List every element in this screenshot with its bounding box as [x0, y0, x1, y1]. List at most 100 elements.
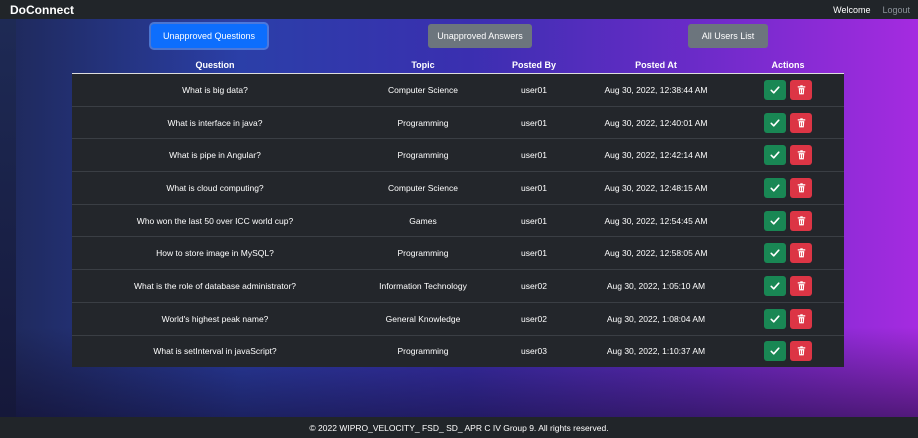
posted-at-cell: Aug 30, 2022, 1:08:04 AM	[606, 313, 706, 324]
approve-button[interactable]	[764, 145, 786, 166]
left-band	[0, 19, 16, 417]
actions-cell	[732, 336, 844, 368]
delete-button[interactable]	[790, 210, 812, 231]
delete-button[interactable]	[790, 275, 812, 296]
actions-cell	[732, 74, 844, 106]
posted-by-cell: user01	[521, 182, 547, 193]
delete-button[interactable]	[790, 341, 812, 362]
table-row: What is setInterval in javaScript? Progra…	[72, 334, 844, 368]
check-icon	[770, 118, 780, 128]
posted-at-cell: Aug 30, 2022, 1:05:10 AM	[606, 280, 706, 291]
footer-text: © 2022 WIPRO_VELOCITY_ FSD_ SD_ APR C IV…	[309, 422, 609, 433]
posted-by-cell: user01	[521, 150, 547, 161]
all-users-list-button[interactable]: All Users List	[688, 24, 768, 48]
topic-cell: Programming	[397, 150, 449, 161]
check-icon	[770, 346, 780, 356]
navbar-right: Welcome Logout	[833, 5, 910, 15]
topic-cell: Information Technology	[379, 280, 467, 291]
check-icon	[770, 248, 780, 258]
topic-cell: Programming	[397, 117, 449, 128]
actions-cell	[732, 139, 844, 171]
table-header: Question Topic Posted By Posted At Actio…	[72, 58, 844, 72]
approve-button[interactable]	[764, 79, 786, 100]
delete-button[interactable]	[790, 308, 812, 329]
table-row: What is interface in java? Programming use…	[72, 105, 844, 139]
question-cell: World's highest peak name?	[161, 313, 269, 324]
approve-button[interactable]	[764, 308, 786, 329]
navbar: DoConnect Welcome Logout	[0, 0, 918, 19]
actions-cell	[732, 172, 844, 204]
posted-by-cell: user02	[521, 313, 547, 324]
unapproved-questions-button[interactable]: Unapproved Questions	[151, 24, 267, 48]
posted-at-cell: Aug 30, 2022, 12:40:01 AM	[604, 117, 708, 128]
posted-at-cell: Aug 30, 2022, 12:54:45 AM	[604, 215, 708, 226]
approve-button[interactable]	[764, 275, 786, 296]
trash-icon	[797, 150, 806, 160]
topic-cell: Computer Science	[388, 84, 458, 95]
welcome-link[interactable]: Welcome	[833, 5, 870, 15]
question-cell: What is interface in java?	[167, 117, 263, 128]
actions-cell	[732, 303, 844, 335]
questions-table: What is big data? Computer Science user01 A…	[72, 73, 844, 368]
approve-button[interactable]	[764, 177, 786, 198]
posted-by-cell: user03	[521, 346, 547, 357]
posted-at-cell: Aug 30, 2022, 12:42:14 AM	[604, 150, 708, 161]
delete-button[interactable]	[790, 112, 812, 133]
trash-icon	[797, 183, 806, 193]
question-cell: What is setInterval in javaScript?	[153, 346, 277, 357]
topic-cell: General Knowledge	[385, 313, 461, 324]
question-cell: What is cloud computing?	[166, 182, 264, 193]
table-row: What is pipe in Angular? Programming user0…	[72, 138, 844, 171]
posted-at-cell: Aug 30, 2022, 12:58:05 AM	[604, 248, 708, 259]
actions-cell	[732, 107, 844, 139]
table-row: What is big data? Computer Science user01 A…	[72, 73, 844, 106]
approve-button[interactable]	[764, 243, 786, 264]
question-cell: What is big data?	[182, 84, 248, 95]
approve-button[interactable]	[764, 210, 786, 231]
topic-cell: Computer Science	[388, 182, 458, 193]
approve-button[interactable]	[764, 341, 786, 362]
question-cell: How to store image in MySQL?	[156, 248, 274, 259]
trash-icon	[797, 248, 806, 258]
unapproved-answers-button[interactable]: Unapproved Answers	[428, 24, 532, 48]
header-topic: Topic	[411, 60, 435, 70]
delete-button[interactable]	[790, 79, 812, 100]
posted-by-cell: user01	[521, 248, 547, 259]
trash-icon	[797, 85, 806, 95]
posted-by-cell: user01	[521, 215, 547, 226]
brand-logo[interactable]: DoConnect	[10, 3, 74, 17]
approve-button[interactable]	[764, 112, 786, 133]
delete-button[interactable]	[790, 243, 812, 264]
trash-icon	[797, 281, 806, 291]
check-icon	[770, 216, 780, 226]
posted-by-cell: user02	[521, 280, 547, 291]
header-posted-at: Posted At	[635, 60, 677, 70]
question-cell: What is the role of database administrat…	[133, 280, 297, 291]
actions-cell	[732, 270, 844, 302]
check-icon	[770, 281, 780, 291]
table-row: What is the role of database administrat…	[72, 269, 844, 302]
actions-cell	[732, 205, 844, 237]
posted-by-cell: user01	[521, 117, 547, 128]
table-row: What is cloud computing? Computer Science…	[72, 171, 844, 204]
actions-cell	[732, 237, 844, 269]
logout-link[interactable]: Logout	[882, 5, 910, 15]
table-row: How to store image in MySQL? Programming u…	[72, 236, 844, 269]
trash-icon	[797, 313, 806, 324]
posted-by-cell: user01	[521, 84, 547, 95]
check-icon	[770, 314, 780, 324]
posted-at-cell: Aug 30, 2022, 12:48:15 AM	[604, 182, 708, 193]
topic-cell: Games	[409, 215, 437, 226]
header-question: Question	[195, 60, 235, 70]
header-posted-by: Posted By	[511, 60, 556, 70]
question-cell: Who won the last 50 over ICC world cup?	[136, 215, 294, 226]
delete-button[interactable]	[790, 177, 812, 198]
check-icon	[770, 150, 780, 160]
check-icon	[770, 183, 780, 193]
footer: © 2022 WIPRO_VELOCITY_ FSD_ SD_ APR C IV…	[0, 417, 918, 438]
delete-button[interactable]	[790, 145, 812, 166]
trash-icon	[797, 215, 806, 226]
check-icon	[770, 85, 780, 95]
header-actions: Actions	[771, 60, 805, 70]
topic-cell: Programming	[397, 248, 449, 259]
